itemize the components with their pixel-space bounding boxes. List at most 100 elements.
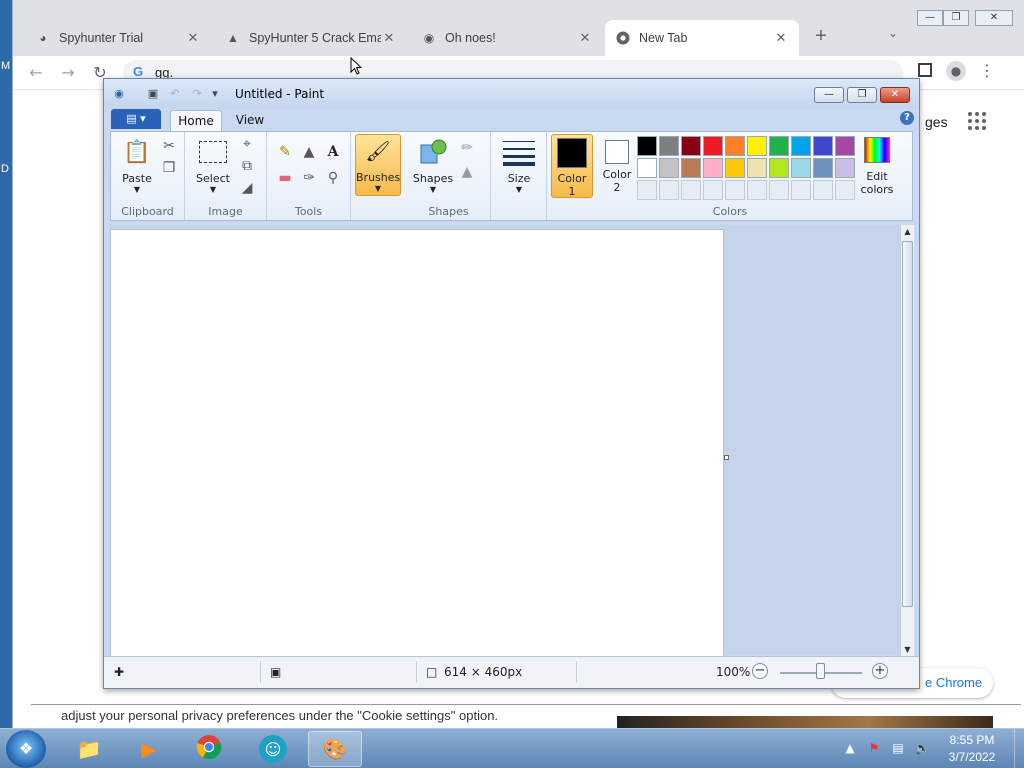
tab-spyhunter-trial[interactable]: ◕ Spyhunter Trial ✕ (25, 20, 211, 56)
color2-button[interactable]: Color 2 (595, 134, 639, 194)
media-player-button[interactable]: ▶ (122, 731, 176, 767)
close-icon[interactable]: ✕ (185, 30, 201, 46)
palette-swatch[interactable] (791, 136, 811, 156)
close-icon[interactable]: ✕ (975, 10, 1013, 26)
chevron-up-icon[interactable]: ▲ (842, 740, 858, 756)
custom-color-slot[interactable] (681, 180, 701, 200)
vertical-scrollbar[interactable]: ▲ ▼ (900, 225, 914, 657)
custom-color-slot[interactable] (725, 180, 745, 200)
tab-view[interactable]: View (230, 110, 270, 131)
magnifier-icon[interactable]: ⚲ (323, 168, 343, 188)
crop-icon[interactable]: ⌖ (237, 134, 257, 154)
minimize-icon[interactable]: — (814, 87, 844, 103)
palette-swatch[interactable] (813, 158, 833, 178)
palette-swatch[interactable] (659, 136, 679, 156)
restore-icon[interactable]: ❐ (847, 87, 877, 103)
palette-swatch[interactable] (835, 136, 855, 156)
tab-new-tab[interactable]: New Tab ✕ (605, 20, 799, 56)
palette-swatch[interactable] (769, 136, 789, 156)
paste-button[interactable]: 📋 Paste ▼ (115, 136, 159, 195)
palette-swatch[interactable] (725, 158, 745, 178)
new-tab-button[interactable]: + (809, 24, 833, 48)
resize-icon[interactable]: ⧉ (237, 156, 257, 176)
forward-arrow-icon[interactable]: → (57, 62, 79, 84)
custom-color-slot[interactable] (835, 180, 855, 200)
outline-icon[interactable]: ✏ (457, 138, 477, 158)
tab-spyhunter-crack[interactable]: ▲ SpyHunter 5 Crack Emai ✕ (215, 20, 407, 56)
accessibility-app-button[interactable]: ☺ (246, 731, 300, 767)
palette-swatch[interactable] (769, 158, 789, 178)
volume-icon[interactable]: 🔈 (914, 740, 930, 756)
side-panel-icon[interactable] (918, 63, 932, 77)
back-arrow-icon[interactable]: ← (25, 62, 47, 84)
close-icon[interactable]: ✕ (381, 30, 397, 46)
palette-swatch[interactable] (747, 136, 767, 156)
chevron-down-icon[interactable]: ⌄ (883, 26, 903, 46)
paint-taskbar-button[interactable]: 🎨 (308, 731, 362, 767)
close-icon[interactable]: ✕ (577, 30, 593, 46)
custom-color-slot[interactable] (791, 180, 811, 200)
zoom-slider-thumb[interactable] (816, 663, 825, 679)
palette-swatch[interactable] (747, 158, 767, 178)
custom-color-slot[interactable] (659, 180, 679, 200)
eraser-icon[interactable]: ▬ (275, 168, 295, 188)
edit-colors-button[interactable]: Edit colors (855, 134, 899, 196)
close-icon[interactable]: ✕ (880, 87, 910, 103)
zoom-in-icon[interactable]: + (872, 663, 888, 679)
paint-menu-button[interactable]: ▤ ▾ (111, 109, 161, 129)
redo-icon[interactable]: ↷ (190, 87, 204, 101)
action-center-icon[interactable]: ⚑ (866, 740, 882, 756)
minimize-icon[interactable]: — (917, 10, 943, 26)
color1-button[interactable]: Color 1 (551, 134, 593, 198)
pencil-icon[interactable]: ✎ (275, 142, 295, 162)
canvas-resize-handle[interactable] (724, 455, 729, 460)
close-icon[interactable]: ✕ (773, 30, 789, 46)
palette-swatch[interactable] (681, 136, 701, 156)
images-link[interactable]: ges (925, 114, 948, 130)
apps-grid-icon[interactable] (968, 112, 986, 130)
palette-swatch[interactable] (703, 158, 723, 178)
palette-swatch[interactable] (791, 158, 811, 178)
start-button[interactable]: ❖ (6, 730, 46, 768)
tab-oh-noes[interactable]: ◉ Oh noes! ✕ (411, 20, 603, 56)
cut-icon[interactable]: ✂ (159, 136, 179, 156)
chrome-taskbar-button[interactable] (182, 731, 236, 767)
profile-avatar-icon[interactable]: ● (946, 61, 966, 81)
palette-swatch[interactable] (637, 136, 657, 156)
color-picker-icon[interactable]: ✑ (299, 168, 319, 188)
fill-bucket-icon[interactable]: ▲ (299, 142, 319, 162)
copy-icon[interactable]: ❐ (159, 158, 179, 178)
palette-swatch[interactable] (681, 158, 701, 178)
help-icon[interactable]: ? (900, 111, 914, 125)
show-desktop-button[interactable] (1014, 729, 1024, 768)
network-icon[interactable]: ▤ (890, 740, 906, 756)
scroll-up-icon[interactable]: ▲ (902, 225, 913, 239)
custom-color-slot[interactable] (813, 180, 833, 200)
customize-quick-access-icon[interactable]: ▾ (208, 87, 222, 101)
text-tool-icon[interactable]: A (323, 142, 343, 162)
palette-swatch[interactable] (659, 158, 679, 178)
custom-color-slot[interactable] (769, 180, 789, 200)
custom-color-slot[interactable] (703, 180, 723, 200)
select-button[interactable]: Select ▼ (191, 136, 235, 194)
paint-app-icon[interactable]: ◉ (112, 87, 126, 101)
palette-swatch[interactable] (637, 158, 657, 178)
scrollbar-thumb[interactable] (902, 241, 913, 607)
maximize-icon[interactable]: ❐ (943, 10, 969, 26)
tab-home[interactable]: Home (170, 110, 222, 131)
fill-icon[interactable]: ▲ (457, 162, 477, 182)
brushes-button[interactable]: 🖌 Brushes ▼ (355, 134, 401, 196)
palette-swatch[interactable] (725, 136, 745, 156)
rotate-icon[interactable]: ◢ (237, 178, 257, 198)
zoom-out-icon[interactable]: − (752, 663, 768, 679)
save-icon[interactable]: ▣ (146, 87, 160, 101)
drawing-canvas[interactable] (110, 229, 724, 657)
undo-icon[interactable]: ↶ (168, 87, 182, 101)
palette-swatch[interactable] (813, 136, 833, 156)
palette-swatch[interactable] (703, 136, 723, 156)
custom-color-slot[interactable] (747, 180, 767, 200)
more-menu-icon[interactable]: ⋮ (979, 60, 995, 82)
scroll-down-icon[interactable]: ▼ (902, 643, 913, 657)
palette-swatch[interactable] (835, 158, 855, 178)
shapes-button[interactable]: Shapes ▼ (411, 136, 455, 194)
